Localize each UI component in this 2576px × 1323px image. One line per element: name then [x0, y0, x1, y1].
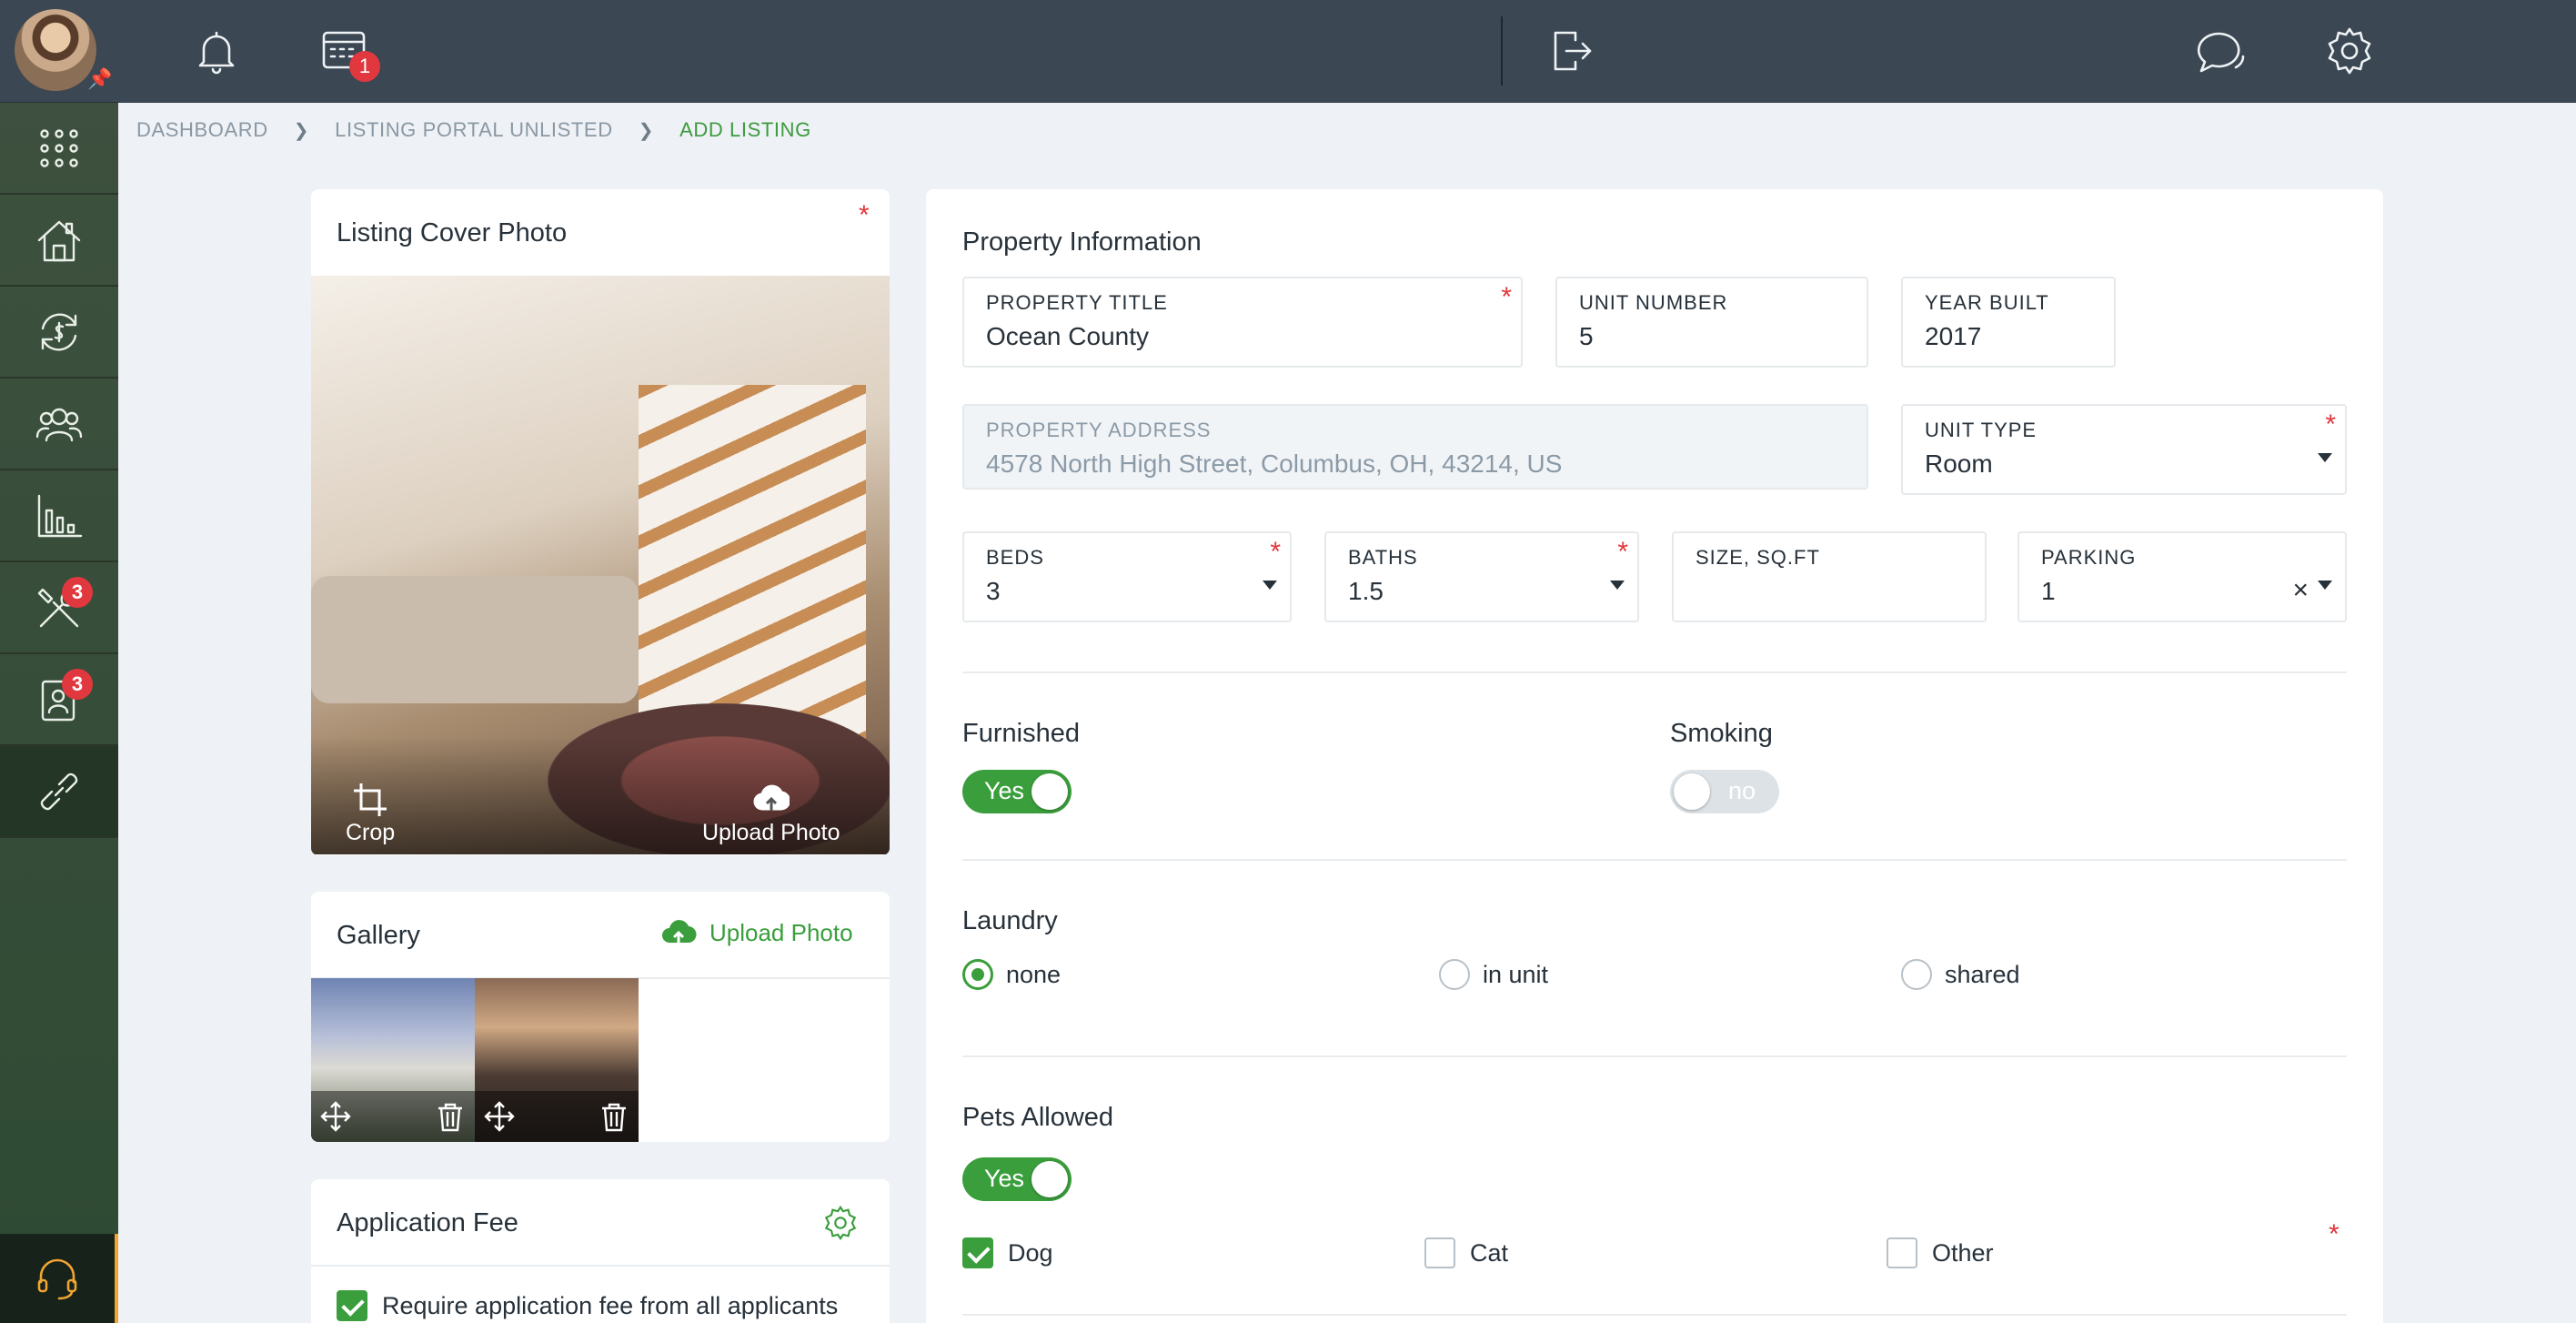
breadcrumb-listing-portal[interactable]: LISTING PORTAL UNLISTED — [335, 118, 613, 142]
laundry-label: Laundry — [962, 906, 1058, 935]
move-icon[interactable] — [484, 1101, 515, 1132]
pets-toggle[interactable]: Yes — [962, 1157, 1072, 1201]
cover-upload-button[interactable]: Upload Photo — [702, 782, 840, 846]
logout-icon — [1554, 31, 1592, 71]
breadcrumb-dashboard[interactable]: DASHBOARD — [136, 118, 268, 142]
sidebar-item-people[interactable] — [0, 379, 118, 470]
unit-number-field[interactable]: UNIT NUMBER 5 — [1555, 277, 1868, 368]
smoking-toggle[interactable]: no — [1670, 770, 1779, 813]
sidebar-item-apps[interactable] — [0, 103, 118, 195]
cover-photo-card: Listing Cover Photo * Crop Upload Photo — [311, 189, 890, 855]
sidebar-item-maintenance[interactable]: 3 — [0, 562, 118, 654]
chevron-right-icon: ❯ — [638, 120, 655, 141]
chevron-down-icon — [1263, 581, 1277, 590]
baths-select[interactable]: BATHS 1.5 * — [1324, 531, 1639, 622]
laundry-option-none[interactable]: none — [962, 959, 1061, 990]
cover-photo-image: Crop Upload Photo — [311, 276, 890, 854]
apps-grid-icon — [40, 128, 78, 167]
chevron-down-icon — [2318, 581, 2332, 590]
application-fee-title: Application Fee — [337, 1208, 518, 1237]
calendar-button[interactable]: 1 — [315, 22, 380, 82]
sidebar-item-reports[interactable] — [0, 470, 118, 562]
size-sqft-field[interactable]: SIZE, SQ.FT — [1672, 531, 1987, 622]
property-title-field[interactable]: PROPERTY TITLE Ocean County * — [962, 277, 1523, 368]
close-icon[interactable]: × — [2292, 575, 2309, 606]
notifications-button[interactable] — [187, 22, 246, 80]
required-marker: * — [1270, 537, 1281, 567]
unit-type-select[interactable]: UNIT TYPE Room * — [1901, 404, 2347, 495]
pet-option-cat[interactable]: Cat — [1424, 1237, 1508, 1268]
beds-select[interactable]: BEDS 3 * — [962, 531, 1292, 622]
link-icon — [40, 773, 78, 810]
settings-button[interactable] — [2320, 22, 2379, 80]
avatar[interactable] — [15, 9, 96, 91]
sidebar-item-applicants[interactable]: 3 — [0, 654, 118, 746]
required-marker: * — [1617, 537, 1628, 567]
chat-icon — [2197, 32, 2245, 73]
trash-icon[interactable] — [435, 1101, 466, 1132]
messages-button[interactable] — [2192, 22, 2250, 80]
topbar-divider — [1501, 16, 1503, 86]
breadcrumb-current: ADD LISTING — [679, 118, 811, 141]
pet-option-other[interactable]: Other — [1887, 1237, 1994, 1268]
property-info-title: Property Information — [962, 227, 1202, 257]
bell-icon — [198, 31, 235, 75]
trash-icon[interactable] — [599, 1101, 629, 1132]
move-icon[interactable] — [320, 1101, 351, 1132]
support-button[interactable] — [0, 1234, 118, 1323]
top-bar: 1 — [118, 0, 2576, 103]
chevron-down-icon — [2318, 453, 2332, 462]
pets-label: Pets Allowed — [962, 1103, 1114, 1132]
year-built-field[interactable]: YEAR BUILT 2017 — [1901, 277, 2116, 368]
upload-cloud-icon — [753, 784, 790, 811]
crop-icon — [354, 783, 387, 816]
laundry-option-in-unit[interactable]: in unit — [1439, 959, 1548, 990]
sidebar-item-listings[interactable] — [0, 746, 118, 838]
logout-button[interactable] — [1541, 22, 1599, 80]
house-icon — [37, 220, 81, 261]
calendar-badge: 1 — [349, 51, 380, 82]
gallery-upload-button[interactable]: Upload Photo — [660, 917, 853, 948]
sidebar-item-properties[interactable] — [0, 195, 118, 287]
gear-icon — [2328, 27, 2371, 75]
gallery-title: Gallery — [337, 921, 420, 950]
money-cycle-icon — [41, 313, 77, 350]
gallery-thumb[interactable] — [311, 978, 475, 1142]
smoking-label: Smoking — [1670, 719, 1773, 748]
applicants-badge: 3 — [62, 669, 93, 700]
furnished-label: Furnished — [962, 719, 1080, 748]
pet-option-dog[interactable]: Dog — [962, 1237, 1053, 1268]
parking-select[interactable]: PARKING 1 × — [2018, 531, 2347, 622]
required-marker: * — [1501, 282, 1512, 312]
gallery-card: Gallery Upload Photo — [311, 892, 890, 1142]
sidebar-item-payments[interactable] — [0, 287, 118, 379]
required-marker: * — [859, 200, 870, 230]
application-fee-card: Application Fee Require application fee … — [311, 1179, 890, 1323]
upload-cloud-icon — [662, 920, 697, 944]
gear-icon[interactable] — [822, 1205, 859, 1241]
people-icon — [35, 408, 83, 441]
require-fee-checkbox[interactable]: Require application fee from all applica… — [337, 1290, 838, 1321]
gallery-thumb[interactable] — [475, 978, 639, 1142]
crop-button[interactable]: Crop — [346, 782, 395, 846]
chevron-down-icon — [1610, 581, 1625, 590]
headset-icon — [37, 1258, 77, 1300]
chevron-right-icon: ❯ — [293, 120, 310, 141]
required-marker: * — [2329, 1219, 2340, 1249]
required-marker: * — [2325, 409, 2336, 439]
laundry-option-shared[interactable]: shared — [1901, 959, 2020, 990]
pin-icon[interactable]: 📌 — [87, 67, 112, 91]
tools-badge: 3 — [62, 577, 93, 608]
sidebar: 📌 3 3 — [0, 0, 118, 1323]
property-address-field: PROPERTY ADDRESS 4578 North High Street,… — [962, 404, 1868, 490]
furnished-toggle[interactable]: Yes — [962, 770, 1072, 813]
property-info-card: Property Information PROPERTY TITLE Ocea… — [926, 189, 2383, 1323]
chart-icon — [37, 494, 83, 537]
avatar-area[interactable]: 📌 — [0, 0, 118, 103]
cover-photo-title: Listing Cover Photo — [337, 218, 568, 247]
breadcrumb: DASHBOARD ❯ LISTING PORTAL UNLISTED ❯ AD… — [136, 116, 811, 144]
